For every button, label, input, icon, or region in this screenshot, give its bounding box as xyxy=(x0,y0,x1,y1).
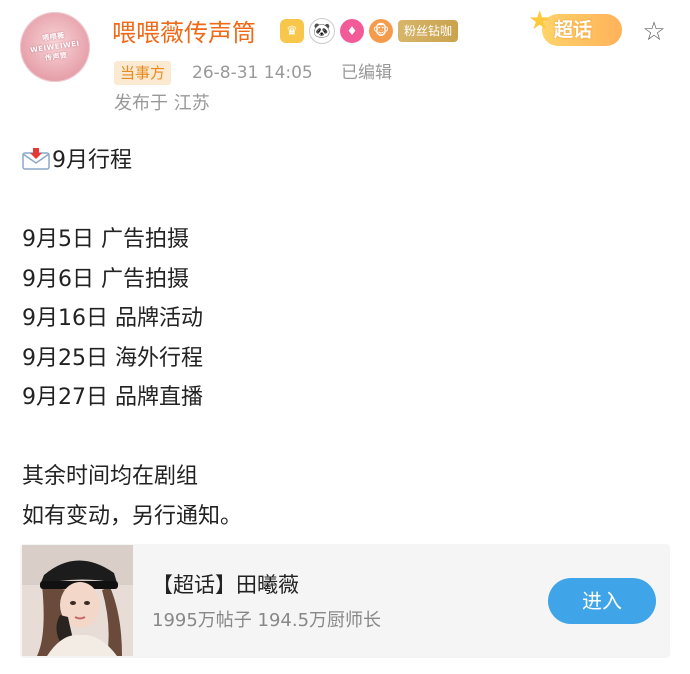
fan-badge[interactable]: 粉丝钻咖 xyxy=(398,20,459,42)
monkey-icon[interactable]: 🐵 xyxy=(369,19,393,43)
supertopic-badge[interactable]: ★ 超话 xyxy=(528,6,630,50)
supertopic-title[interactable]: 【超话】田曦薇 xyxy=(152,569,299,599)
panda-icon[interactable]: 🐼 xyxy=(309,18,335,44)
schedule-item: 9月5日 广告拍摄 xyxy=(22,227,189,252)
post-location: 发布于 江苏 xyxy=(114,93,210,114)
username[interactable]: 喂喂薇传声筒 xyxy=(112,13,256,48)
supertopic-label: 超话 xyxy=(554,19,593,41)
schedule-item: 9月27日 品牌直播 xyxy=(22,385,203,410)
edited-label[interactable]: 已编辑 xyxy=(341,61,392,85)
supertopic-cover-image xyxy=(22,545,133,656)
gem-icon[interactable]: ♦ xyxy=(340,19,364,43)
schedule-item: 9月16日 品牌活动 xyxy=(22,306,203,331)
star-outline-icon[interactable]: ☆ xyxy=(640,18,668,46)
post-content: 9月行程 9月5日 广告拍摄 9月6日 广告拍摄 9月16日 品牌活动 9月25… xyxy=(22,141,662,536)
party-tag[interactable]: 当事方 xyxy=(114,61,172,85)
schedule-item: 9月25日 海外行程 xyxy=(22,345,203,371)
avatar[interactable]: 喂喂薇 WEIWEIWEI 传声筒 xyxy=(20,12,90,82)
user-badges: ♛ 🐼 ♦ 🐵 粉丝钻咖 xyxy=(280,18,459,44)
schedule-item: 9月6日 广告拍摄 xyxy=(22,266,189,292)
incoming-envelope-icon xyxy=(22,148,50,170)
enter-button[interactable]: 进入 xyxy=(548,578,656,624)
supertopic-stats: 1995万帖子 194.5万厨师长 xyxy=(152,610,382,631)
post-time: 26-8-31 14:05 xyxy=(192,63,313,83)
post-title: 9月行程 xyxy=(52,148,132,173)
crown-icon[interactable]: ♛ xyxy=(280,19,304,43)
post-title-line: 9月行程 xyxy=(22,141,662,181)
sparkle-star-icon: ★ xyxy=(528,6,552,36)
footer-line: 其余时间均在剧组 xyxy=(22,464,199,489)
footer-line: 如有变动，另行通知。 xyxy=(22,503,243,529)
